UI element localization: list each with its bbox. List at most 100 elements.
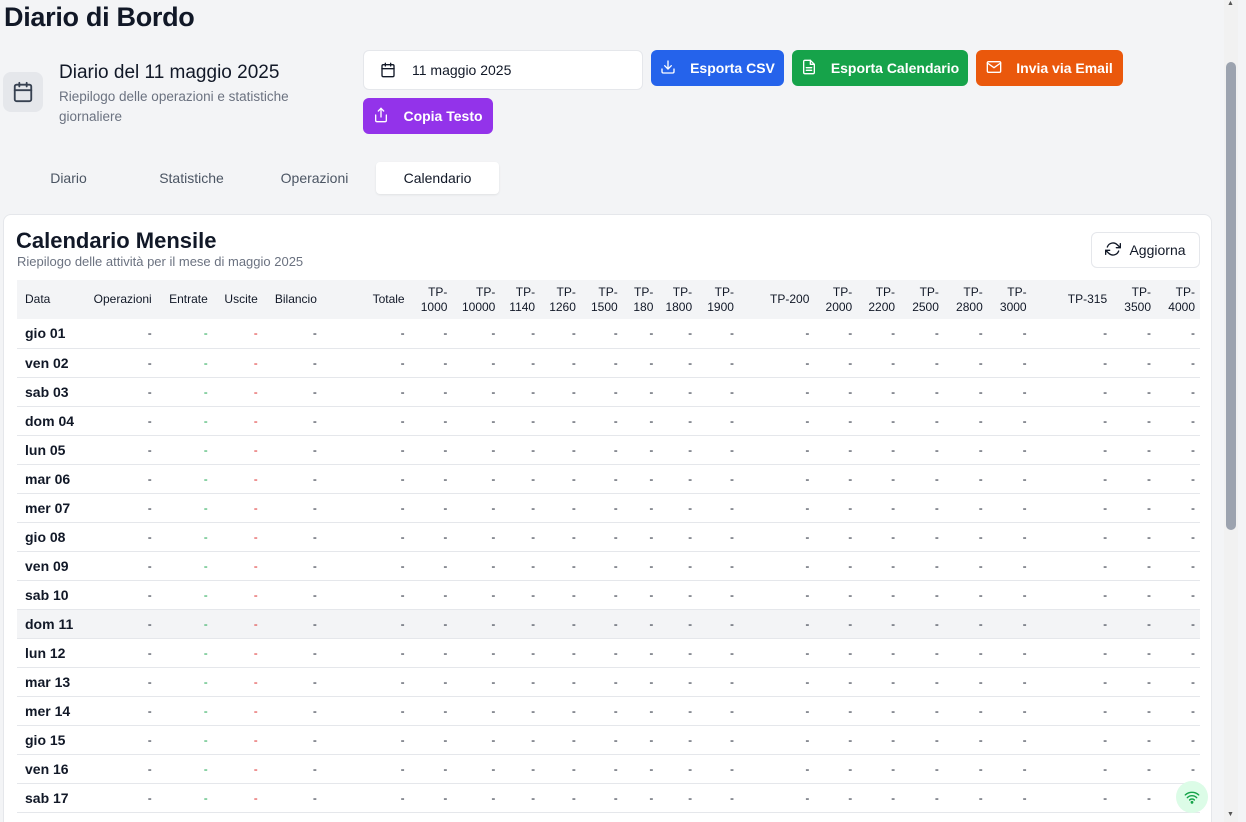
table-cell: -	[613, 674, 618, 689]
table-row[interactable]: sab 03 - - - - - - - - - - - - - - - - - - - - - -	[17, 377, 1200, 406]
table-row[interactable]: sab 10 - - - - - - - - - - - - - - - - - - - - - -	[17, 580, 1200, 609]
date-picker[interactable]: 11 maggio 2025	[363, 50, 643, 90]
table-row[interactable]: ven 16 - - - - - - - - - - - - - - - - - - - - - -	[17, 754, 1200, 783]
wifi-icon[interactable]	[1176, 781, 1208, 813]
table-cell: -	[613, 703, 618, 718]
download-icon	[660, 59, 676, 78]
table-cell: -	[147, 529, 152, 544]
tab-statistiche[interactable]: Statistiche	[130, 162, 253, 194]
table-cell: -	[848, 703, 853, 718]
table-cell: -	[1103, 558, 1108, 573]
column-header: TP-1140	[509, 284, 536, 314]
tab-calendario[interactable]: Calendario	[376, 162, 499, 194]
column-header: TP-2200	[868, 284, 896, 314]
table-cell: -	[571, 471, 576, 486]
table-cell: -	[491, 674, 496, 689]
table-cell: -	[649, 761, 654, 776]
table-row[interactable]: ven 09 - - - - - - - - - - - - - - - - - - - - - -	[17, 551, 1200, 580]
table-cell: -	[531, 558, 536, 573]
day-label: sab 03	[25, 383, 69, 400]
table-row[interactable]: gio 01 - - - - - - - - - - - - - - - - - - - - - -	[17, 319, 1200, 348]
scroll-down-icon[interactable]: ▼	[1227, 811, 1234, 818]
table-cell: -	[1147, 587, 1151, 602]
table-cell: -	[613, 384, 618, 399]
table-cell: -	[934, 355, 939, 370]
table-cell: -	[978, 413, 983, 428]
table-cell: -	[253, 355, 258, 370]
copy-text-button[interactable]: Copia Testo	[363, 98, 493, 134]
table-cell: -	[934, 732, 939, 747]
table-cell: -	[581, 812, 623, 822]
table-cell: -	[649, 355, 654, 370]
table-cell: -	[688, 413, 693, 428]
day-label: mer 07	[25, 499, 71, 516]
table-cell: -	[443, 413, 448, 428]
table-row[interactable]: ven 02 - - - - - - - - - - - - - - - - - - - - - -	[17, 348, 1200, 377]
table-cell: -	[934, 790, 939, 805]
table-cell: -	[147, 442, 152, 457]
table-cell: -	[649, 471, 654, 486]
scrollbar-thumb[interactable]	[1226, 62, 1236, 530]
table-cell: -	[1147, 442, 1151, 457]
scroll-up-icon[interactable]: ▲	[1227, 0, 1234, 7]
table-cell: -	[443, 703, 448, 718]
table-row[interactable]: mer 14 - - - - - - - - - - - - - - - - - - - - - -	[17, 696, 1200, 725]
table-cell: -	[312, 558, 317, 573]
refresh-button[interactable]: Aggiorna	[1091, 232, 1200, 268]
table-cell: -	[531, 326, 536, 341]
table-cell: -	[443, 471, 448, 486]
table-cell: -	[1022, 616, 1027, 631]
table-cell: -	[540, 812, 581, 822]
table-cell: -	[571, 355, 576, 370]
table-cell: -	[805, 761, 810, 776]
page-title: Diario di Bordo	[4, 2, 195, 32]
table-row[interactable]: dom 11 - - - - - - - - - - - - - - - - - - - - - -	[17, 609, 1200, 638]
table-cell: -	[253, 558, 258, 573]
table-cell: -	[934, 413, 939, 428]
table-cell: -	[1191, 442, 1195, 457]
table-cell: -	[1022, 790, 1027, 805]
table-cell: -	[203, 442, 208, 457]
day-label: dom 11	[25, 615, 74, 632]
table-cell: -	[1147, 326, 1151, 341]
table-cell: -	[1156, 812, 1200, 822]
table-cell: -	[934, 326, 939, 341]
table-cell: -	[729, 645, 734, 660]
table-row[interactable]: gio 15 - - - - - - - - - - - - - - - - - - - - - -	[17, 725, 1200, 754]
table-row[interactable]: mar 13 - - - - - - - - - - - - - - - - - - - - - -	[17, 667, 1200, 696]
send-email-button[interactable]: Invia via Email	[976, 50, 1123, 86]
table-cell: -	[443, 355, 448, 370]
table-cell: -	[1103, 326, 1108, 341]
export-csv-button[interactable]: Esporta CSV	[651, 50, 784, 86]
table-cell: -	[805, 500, 810, 515]
table-row[interactable]: lun 12 - - - - - - - - - - - - - - - - - - - - - -	[17, 638, 1200, 667]
table-cell: -	[805, 413, 810, 428]
table-row[interactable]: mar 06 - - - - - - - - - - - - - - - - - - - - - -	[17, 464, 1200, 493]
table-row[interactable]: mer 07 - - - - - - - - - - - - - - - - - - - - - -	[17, 493, 1200, 522]
table-cell: -	[1191, 587, 1195, 602]
table-cell: -	[729, 790, 734, 805]
table-cell: -	[253, 326, 258, 341]
table-cell: -	[805, 674, 810, 689]
table-row[interactable]: dom 18----------------------	[17, 812, 1200, 822]
copy-text-label: Copia Testo	[403, 108, 483, 124]
export-calendar-button[interactable]: Esporta Calendario	[792, 50, 968, 86]
table-cell: -	[1103, 355, 1108, 370]
table-cell: -	[213, 812, 263, 822]
table-row[interactable]: gio 08 - - - - - - - - - - - - - - - - - - - - - -	[17, 522, 1200, 551]
table-cell: -	[571, 384, 576, 399]
table-cell: -	[531, 413, 536, 428]
tab-operazioni[interactable]: Operazioni	[253, 162, 376, 194]
table-cell: -	[1022, 500, 1027, 515]
column-header: TP-1800	[665, 284, 693, 314]
table-cell: -	[203, 413, 208, 428]
table-cell: -	[571, 587, 576, 602]
table-cell: -	[729, 587, 734, 602]
tab-diario[interactable]: Diario	[7, 162, 130, 194]
table-row[interactable]: dom 04 - - - - - - - - - - - - - - - - - - - - - -	[17, 406, 1200, 435]
table-cell: -	[729, 413, 734, 428]
table-cell: -	[658, 812, 697, 822]
table-row[interactable]: sab 17----------------------	[17, 783, 1200, 812]
table-cell: -	[848, 355, 853, 370]
table-row[interactable]: lun 05 - - - - - - - - - - - - - - - - - - - - - -	[17, 435, 1200, 464]
